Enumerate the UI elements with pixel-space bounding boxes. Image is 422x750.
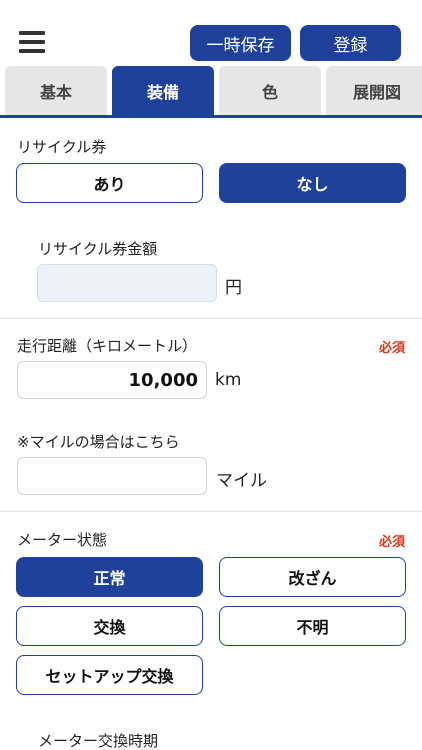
meter-exchange-label: メーター交換時期 <box>38 732 159 750</box>
recycle-label: リサイクル券 <box>17 138 107 156</box>
mile-note: ※マイルの場合はこちら <box>17 433 180 451</box>
tab-equipment[interactable]: 装備 <box>112 66 214 116</box>
recycle-amount-input[interactable] <box>37 264 217 302</box>
mileage-required-badge: 必須 <box>378 341 405 356</box>
register-button[interactable]: 登録 <box>300 25 401 61</box>
meter-required-badge: 必須 <box>378 535 405 550</box>
mileage-mile-unit: マイル <box>216 471 267 491</box>
recycle-yes-button[interactable]: あり <box>16 163 203 203</box>
tab-underline <box>0 115 422 118</box>
meter-normal-button[interactable]: 正常 <box>16 557 203 597</box>
tab-development[interactable]: 展開図 <box>326 66 422 116</box>
meter-replaced-button[interactable]: 交換 <box>16 606 203 646</box>
mileage-km-unit: km <box>215 370 242 390</box>
meter-status-label: メーター状態 <box>17 531 108 549</box>
tab-basic[interactable]: 基本 <box>5 66 107 116</box>
section-divider <box>0 511 422 512</box>
temp-save-button[interactable]: 一時保存 <box>190 25 291 61</box>
recycle-amount-unit: 円 <box>225 278 242 298</box>
meter-setup-replaced-button[interactable]: セットアップ交換 <box>16 655 203 695</box>
tab-color[interactable]: 色 <box>219 66 321 116</box>
section-divider <box>0 318 422 319</box>
mileage-mile-input[interactable] <box>17 457 207 495</box>
top-bar: 一時保存 登録 <box>0 0 422 66</box>
meter-tampered-button[interactable]: 改ざん <box>219 557 406 597</box>
mileage-label: 走行距離（キロメートル） <box>17 337 198 355</box>
recycle-no-button[interactable]: なし <box>219 163 406 203</box>
tab-bar: 基本 装備 色 展開図 <box>0 66 422 116</box>
recycle-amount-label: リサイクル券金額 <box>38 240 158 258</box>
meter-unknown-button[interactable]: 不明 <box>219 606 406 646</box>
mileage-km-input[interactable]: 10,000 <box>17 361 207 399</box>
hamburger-icon[interactable] <box>19 31 45 53</box>
